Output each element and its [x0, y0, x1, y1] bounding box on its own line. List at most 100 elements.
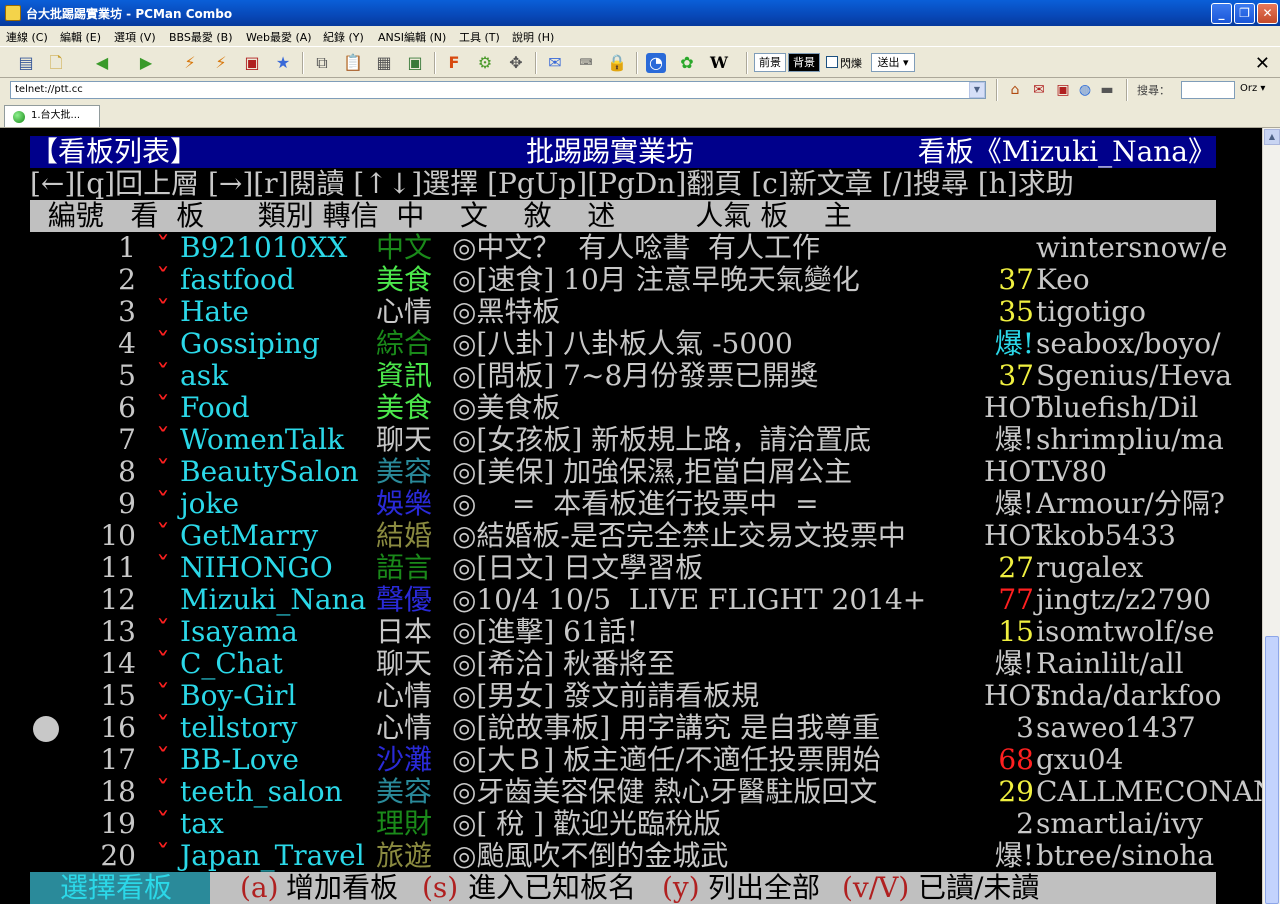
new-connection-icon[interactable]: 🗋 [46, 53, 66, 73]
settings-icon[interactable]: ⚙ [475, 53, 495, 73]
close-toolbar-icon[interactable]: ✕ [1255, 53, 1270, 74]
flower-icon[interactable]: ✿ [677, 53, 697, 73]
sitelist-icon[interactable]: ▤ [16, 53, 36, 73]
search-engine-select[interactable]: Orz ▾ [1240, 83, 1265, 94]
send-button[interactable]: 送出 ▾ [871, 53, 915, 72]
tab-ptt[interactable]: 1.台大批... [4, 105, 100, 127]
board-category: 沙灘 [376, 743, 433, 776]
background-color-button[interactable]: 背景 [788, 53, 820, 72]
board-category: 結婚 [376, 519, 433, 552]
scroll-up-icon[interactable]: ▲ [1264, 129, 1280, 145]
board-category: 心情 [376, 295, 433, 328]
board-popularity: 爆! [994, 839, 1034, 872]
stop-icon[interactable]: ▣ [242, 53, 262, 73]
board-popularity: 37 [998, 359, 1034, 392]
copy-icon[interactable]: ⧉ [312, 53, 332, 73]
search-input[interactable] [1181, 81, 1235, 99]
board-description: ◎[希洽] 秋番將至 [452, 647, 676, 680]
unread-mark: ˇ [156, 487, 170, 520]
menu-log[interactable]: 紀錄 (Y) [323, 29, 364, 45]
menu-help[interactable]: 說明 (H) [512, 29, 554, 45]
board-name: Japan_Travel [180, 839, 365, 872]
reply-icon[interactable]: ✉ [1029, 80, 1049, 100]
board-row[interactable]: 2 ˇ fastfood 美食 ◎[速食] 10月 注意早晚天氣變化 37 Keo [0, 264, 1262, 296]
minimize-button[interactable]: _ [1211, 3, 1232, 24]
encoding-icon[interactable]: ⌨ [576, 53, 596, 73]
disconnect-icon[interactable]: ⚡ [211, 53, 231, 73]
board-category: 聊天 [376, 423, 433, 456]
board-row[interactable]: 8 ˇ BeautySalon 美容 ◎[美保] 加強保濕,拒當白屑公主 HOT LV80 [0, 456, 1262, 488]
board-name: ask [180, 359, 229, 392]
board-row[interactable]: 6 ˇ Food 美食 ◎美食板 HOT bluefish/Dil [0, 392, 1262, 424]
copy-ansi-icon[interactable]: ▦ [374, 53, 394, 73]
board-row[interactable]: 10 ˇ GetMarry 結婚 ◎結婚板-是否完全禁止交易文投票中 HOT kkob543… [0, 520, 1262, 552]
board-row[interactable]: 3 ˇ Hate 心情 ◎黑特板 35 tigotigo [0, 296, 1262, 328]
blink-label: 閃爍 [840, 57, 862, 70]
wikipedia-icon[interactable]: W [706, 53, 732, 73]
foreground-color-button[interactable]: 前景 [754, 53, 786, 72]
board-name: Boy-Girl [180, 679, 297, 712]
board-popularity: HOT [984, 455, 1051, 488]
add-favorite-icon[interactable]: ★ [273, 53, 293, 73]
back-icon[interactable]: ◀ [92, 53, 112, 73]
board-description: ◎[八卦] 八卦板人氣 -5000 [452, 327, 793, 360]
paste-icon[interactable]: 📋 [343, 53, 363, 73]
screenshot-icon[interactable]: ▣ [405, 53, 425, 73]
board-row[interactable]: 12 Mizuki_Nana 聲優 ◎10/4 10/5 LIVE FLIGHT 20… [0, 584, 1262, 616]
lock-icon[interactable]: 🔒 [607, 53, 627, 73]
board-description: ◎10/4 10/5 LIVE FLIGHT 2014+ [452, 583, 927, 616]
globe-icon[interactable]: ◍ [1075, 80, 1095, 100]
pcman-icon[interactable]: ◔ [646, 53, 666, 73]
status-line: 選擇看板 (a) 增加看板 (s) 進入已知板名 (y) 列出全部 (v/V) … [30, 872, 1216, 904]
toolbar: ▤ 🗋 ◀ ▶ ⚡ ⚡ ▣ ★ ⧉ 📋 ▦ ▣ F ⚙ ✥ ✉ ⌨ 🔒 ◔ ✿ … [0, 46, 1280, 78]
board-row[interactable]: 14 ˇ C_Chat 聊天 ◎[希洽] 秋番將至 爆! Rainlilt/all [0, 648, 1262, 680]
menu-connect[interactable]: 連線 (C) [6, 29, 48, 45]
board-row[interactable]: 19 ˇ tax 理財 ◎[ 稅 ] 歡迎光臨稅版 2 smartlai/ivy [0, 808, 1262, 840]
menu-bbs-favorites[interactable]: BBS最愛 (B) [169, 29, 233, 45]
board-row[interactable]: 18 ˇ teeth_salon 美容 ◎牙齒美容保健 熱心牙醫駐版回文 29 CALLME… [0, 776, 1262, 808]
board-number: 11 [100, 551, 136, 584]
scrollbar-thumb[interactable] [1265, 636, 1279, 904]
board-row[interactable]: 13 ˇ Isayama 日本 ◎[進擊] 61話! 15 isomtwolf/se [0, 616, 1262, 648]
board-row[interactable]: 1 ˇ B921010XX 中文 ◎中文？ 有人唸書 有人工作 wintersnow/e [0, 232, 1262, 264]
board-row[interactable]: 11 ˇ NIHONGO 語言 ◎[日文] 日文學習板 27 rugalex [0, 552, 1262, 584]
board-row[interactable]: 16 ˇ tellstory 心情 ◎[說故事板] 用字講究 是自我尊重 3 saweo14… [0, 712, 1262, 744]
board-description: ◎[男女] 發文前請看板規 [452, 679, 760, 712]
font-icon[interactable]: F [444, 53, 464, 73]
mail-icon[interactable]: ▣ [1053, 80, 1073, 100]
menu-tools[interactable]: 工具 (T) [459, 29, 500, 45]
vertical-scrollbar[interactable]: ▲ [1262, 128, 1280, 904]
blink-checkbox[interactable] [826, 56, 838, 68]
disk-icon[interactable]: ▬ [1097, 80, 1117, 100]
menu-web-favorites[interactable]: Web最愛 (A) [246, 29, 312, 45]
menu-ansi-edit[interactable]: ANSI編輯 (N) [378, 29, 446, 45]
board-row[interactable]: 9 ˇ joke 娛樂 ◎ = 本看板進行投票中 = 爆! Armour/分隔? [0, 488, 1262, 520]
board-row[interactable]: 5 ˇ ask 資訊 ◎[問板] 7~8月份發票已開獎 37 Sgenius/Heva [0, 360, 1262, 392]
address-bar: telnet://ptt.cc ▼ ⌂ ✉ ▣ ◍ ▬ 搜尋： Orz ▾ [0, 78, 1280, 102]
board-row[interactable]: 17 ˇ BB-Love 沙灘 ◎[大Ｂ] 板主適任/不適任投票開始 68 gxu04 [0, 744, 1262, 776]
board-category: 中文 [376, 231, 433, 264]
board-number: 5 [118, 359, 136, 392]
unread-mark: ˇ [156, 391, 170, 424]
home-icon[interactable]: ⌂ [1005, 80, 1025, 100]
board-moderator: seabox/boyo/ [1036, 327, 1221, 360]
address-dropdown-icon[interactable]: ▼ [969, 82, 985, 98]
maximize-button[interactable]: ❐ [1234, 3, 1255, 24]
board-row[interactable]: 7 ˇ WomenTalk 聊天 ◎[女孩板] 新板規上路，請洽置底 爆! shrimpli… [0, 424, 1262, 456]
board-row[interactable]: 15 ˇ Boy-Girl 心情 ◎[男女] 發文前請看板規 HOT snda/darkfo… [0, 680, 1262, 712]
fullscreen-icon[interactable]: ✥ [506, 53, 526, 73]
unread-mark: ˇ [156, 711, 170, 744]
close-button[interactable]: ✕ [1257, 3, 1278, 24]
menu-edit[interactable]: 編輯 (E) [60, 29, 101, 45]
forward-icon[interactable]: ▶ [136, 53, 156, 73]
menu-options[interactable]: 選項 (V) [114, 29, 156, 45]
send-icon[interactable]: ✉ [545, 53, 565, 73]
unread-mark: ˇ [156, 519, 170, 552]
terminal-screen[interactable]: 【看板列表】 批踢踢實業坊 看板《Mizuki_Nana》 [←][q]回上層 … [0, 128, 1262, 904]
header-left: 【看板列表】 [30, 135, 199, 168]
reconnect-icon[interactable]: ⚡ [180, 53, 200, 73]
board-row[interactable]: 20 ˇ Japan_Travel 旅遊 ◎颱風吹不倒的金城武 爆! btree/sinoh… [0, 840, 1262, 872]
board-description: ◎[大Ｂ] 板主適任/不適任投票開始 [452, 743, 881, 776]
board-row[interactable]: 4 ˇ Gossiping 綜合 ◎[八卦] 八卦板人氣 -5000 爆! seabox/b… [0, 328, 1262, 360]
address-input[interactable]: telnet://ptt.cc [10, 81, 986, 99]
